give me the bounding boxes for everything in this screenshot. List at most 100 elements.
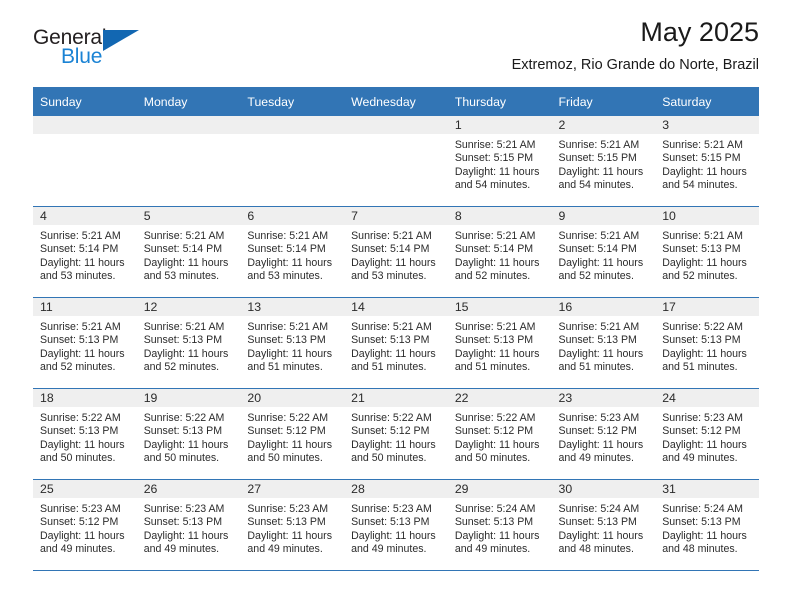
calendar-day-cell-empty xyxy=(136,116,241,207)
day-number: 16 xyxy=(551,298,656,316)
calendar-day-cell[interactable]: 30 Sunrise: 5:24 AM Sunset: 5:13 PM Dayligh… xyxy=(551,479,656,571)
calendar-day-cell[interactable]: 1 Sunrise: 5:21 AM Sunset: 5:15 PM Daylight… xyxy=(447,116,552,207)
calendar-day-cell[interactable]: 27 Sunrise: 5:23 AM Sunset: 5:13 PM Dayligh… xyxy=(240,479,345,571)
calendar-day-cell[interactable]: 18 Sunrise: 5:22 AM Sunset: 5:13 PM Dayligh… xyxy=(33,388,137,480)
sunset-text: Sunset: 5:14 PM xyxy=(40,243,119,256)
day-number: 4 xyxy=(33,207,137,225)
calendar-day-cell[interactable]: 16 Sunrise: 5:21 AM Sunset: 5:13 PM Dayligh… xyxy=(551,297,656,389)
daylight-text-line2: and 51 minutes. xyxy=(454,361,531,374)
day-number: 31 xyxy=(655,480,759,498)
sunrise-text: Sunrise: 5:23 AM xyxy=(662,412,743,424)
calendar-day-cell[interactable]: 19 Sunrise: 5:22 AM Sunset: 5:13 PM Dayligh… xyxy=(136,388,241,480)
sunset-text: Sunset: 5:12 PM xyxy=(247,425,326,438)
calendar-day-cell[interactable]: 12 Sunrise: 5:21 AM Sunset: 5:13 PM Dayligh… xyxy=(136,297,241,389)
day-details: Sunrise: 5:22 AM Sunset: 5:12 PM Daylight:… xyxy=(448,407,552,466)
sunrise-text: Sunrise: 5:21 AM xyxy=(351,230,432,242)
daylight-text-line1: Daylight: 11 hours xyxy=(662,438,747,451)
calendar-day-cell[interactable]: 2 Sunrise: 5:21 AM Sunset: 5:15 PM Daylight… xyxy=(551,116,656,207)
day-number: 7 xyxy=(344,207,448,225)
day-number: 13 xyxy=(240,298,345,316)
calendar-day-cell[interactable]: 24 Sunrise: 5:23 AM Sunset: 5:12 PM Dayligh… xyxy=(655,388,759,480)
daylight-text-line2: and 54 minutes. xyxy=(454,179,531,192)
daylight-text-line2: and 49 minutes. xyxy=(143,543,220,556)
day-number: 8 xyxy=(447,207,552,225)
day-details: Sunrise: 5:22 AM Sunset: 5:12 PM Daylight:… xyxy=(240,407,344,466)
day-details: Sunrise: 5:21 AM Sunset: 5:13 PM Daylight:… xyxy=(137,316,241,375)
day-number: 10 xyxy=(655,207,759,225)
day-number: 9 xyxy=(551,207,656,225)
day-details: Sunrise: 5:21 AM Sunset: 5:14 PM Daylight:… xyxy=(448,225,552,284)
calendar-day-cell[interactable]: 21 Sunrise: 5:22 AM Sunset: 5:12 PM Dayligh… xyxy=(344,388,448,480)
daylight-text-line2: and 54 minutes. xyxy=(662,179,738,192)
brand-logo[interactable]: General Blue xyxy=(33,26,163,72)
calendar-day-cell[interactable]: 3 Sunrise: 5:21 AM Sunset: 5:15 PM Daylight… xyxy=(655,116,759,207)
calendar-day-cell[interactable]: 10 Sunrise: 5:21 AM Sunset: 5:13 PM Dayligh… xyxy=(655,206,759,298)
day-number: 28 xyxy=(344,480,448,498)
calendar-day-cell[interactable]: 8 Sunrise: 5:21 AM Sunset: 5:14 PM Daylight… xyxy=(447,206,552,298)
calendar-day-cell[interactable]: 15 Sunrise: 5:21 AM Sunset: 5:13 PM Dayligh… xyxy=(447,297,552,389)
calendar-day-cell[interactable]: 25 Sunrise: 5:23 AM Sunset: 5:12 PM Dayligh… xyxy=(33,479,137,571)
calendar-day-cell[interactable]: 23 Sunrise: 5:23 AM Sunset: 5:12 PM Dayligh… xyxy=(551,388,656,480)
sunset-text: Sunset: 5:13 PM xyxy=(40,334,119,347)
calendar-day-cell[interactable]: 13 Sunrise: 5:21 AM Sunset: 5:13 PM Dayligh… xyxy=(240,297,345,389)
brand-name-blue: Blue xyxy=(61,45,103,68)
daylight-text-line1: Daylight: 11 hours xyxy=(40,347,125,360)
daylight-text-line1: Daylight: 11 hours xyxy=(558,256,644,269)
daylight-text-line2: and 52 minutes. xyxy=(143,361,220,374)
sunrise-text: Sunrise: 5:24 AM xyxy=(454,503,536,515)
day-number: 25 xyxy=(33,480,137,498)
sunset-text: Sunset: 5:13 PM xyxy=(40,425,119,438)
daylight-text-line1: Daylight: 11 hours xyxy=(454,347,540,360)
daylight-text-line1: Daylight: 11 hours xyxy=(351,529,436,542)
calendar-day-cell[interactable]: 7 Sunrise: 5:21 AM Sunset: 5:14 PM Daylight… xyxy=(344,206,448,298)
daylight-text-line2: and 53 minutes. xyxy=(143,270,220,283)
calendar-day-cell[interactable]: 17 Sunrise: 5:22 AM Sunset: 5:13 PM Dayligh… xyxy=(655,297,759,389)
day-details: Sunrise: 5:22 AM Sunset: 5:12 PM Daylight:… xyxy=(344,407,448,466)
calendar-day-cell[interactable]: 5 Sunrise: 5:21 AM Sunset: 5:14 PM Daylight… xyxy=(136,206,241,298)
sunset-text: Sunset: 5:12 PM xyxy=(454,425,534,438)
daylight-text-line2: and 49 minutes. xyxy=(40,543,116,556)
daylight-text-line1: Daylight: 11 hours xyxy=(247,256,333,269)
calendar-day-cell[interactable]: 28 Sunrise: 5:23 AM Sunset: 5:13 PM Dayligh… xyxy=(344,479,448,571)
calendar-day-cell[interactable]: 26 Sunrise: 5:23 AM Sunset: 5:13 PM Dayligh… xyxy=(136,479,241,571)
day-details: Sunrise: 5:21 AM Sunset: 5:15 PM Daylight:… xyxy=(448,134,552,193)
calendar-day-cell[interactable]: 20 Sunrise: 5:22 AM Sunset: 5:12 PM Dayligh… xyxy=(240,388,345,480)
calendar-day-cell[interactable]: 22 Sunrise: 5:22 AM Sunset: 5:12 PM Dayligh… xyxy=(447,388,552,480)
calendar-day-cell[interactable]: 4 Sunrise: 5:21 AM Sunset: 5:14 PM Daylight… xyxy=(33,206,137,298)
calendar-day-cell[interactable]: 14 Sunrise: 5:21 AM Sunset: 5:13 PM Dayligh… xyxy=(344,297,448,389)
calendar-day-cell[interactable]: 6 Sunrise: 5:21 AM Sunset: 5:14 PM Daylight… xyxy=(240,206,345,298)
weekday-header-wednesday: Wednesday xyxy=(344,87,448,116)
day-details: Sunrise: 5:21 AM Sunset: 5:13 PM Daylight:… xyxy=(240,316,344,375)
sunset-text: Sunset: 5:14 PM xyxy=(558,243,637,256)
day-number: 1 xyxy=(447,116,552,134)
calendar-day-cell[interactable]: 31 Sunrise: 5:24 AM Sunset: 5:13 PM Dayligh… xyxy=(655,479,759,571)
calendar-day-cell[interactable]: 9 Sunrise: 5:21 AM Sunset: 5:14 PM Daylight… xyxy=(551,206,656,298)
day-details: Sunrise: 5:21 AM Sunset: 5:15 PM Daylight:… xyxy=(655,134,759,193)
sunrise-text: Sunrise: 5:21 AM xyxy=(143,321,225,333)
daylight-text-line1: Daylight: 11 hours xyxy=(558,438,644,451)
day-details: Sunrise: 5:23 AM Sunset: 5:13 PM Daylight:… xyxy=(240,498,344,557)
calendar-day-cell[interactable]: 29 Sunrise: 5:24 AM Sunset: 5:13 PM Dayligh… xyxy=(447,479,552,571)
daylight-text-line1: Daylight: 11 hours xyxy=(558,529,644,542)
sunrise-text: Sunrise: 5:23 AM xyxy=(351,503,432,515)
day-number: 24 xyxy=(655,389,759,407)
daylight-text-line1: Daylight: 11 hours xyxy=(454,529,540,542)
day-number: 27 xyxy=(240,480,345,498)
day-number xyxy=(344,116,448,134)
day-details: Sunrise: 5:24 AM Sunset: 5:13 PM Daylight:… xyxy=(448,498,552,557)
sunrise-text: Sunrise: 5:24 AM xyxy=(558,503,640,515)
daylight-text-line1: Daylight: 11 hours xyxy=(558,347,644,360)
sunrise-text: Sunrise: 5:22 AM xyxy=(351,412,432,424)
sunrise-text: Sunrise: 5:23 AM xyxy=(558,412,640,424)
sunset-text: Sunset: 5:13 PM xyxy=(351,334,430,347)
sunset-text: Sunset: 5:13 PM xyxy=(247,334,326,347)
daylight-text-line1: Daylight: 11 hours xyxy=(247,347,333,360)
day-number: 26 xyxy=(136,480,241,498)
sunrise-text: Sunrise: 5:21 AM xyxy=(143,230,225,242)
day-number: 21 xyxy=(344,389,448,407)
daylight-text-line2: and 52 minutes. xyxy=(40,361,116,374)
calendar-day-cell[interactable]: 11 Sunrise: 5:21 AM Sunset: 5:13 PM Dayligh… xyxy=(33,297,137,389)
sunset-text: Sunset: 5:13 PM xyxy=(454,516,534,529)
sunrise-text: Sunrise: 5:21 AM xyxy=(247,321,329,333)
daylight-text-line1: Daylight: 11 hours xyxy=(143,347,229,360)
